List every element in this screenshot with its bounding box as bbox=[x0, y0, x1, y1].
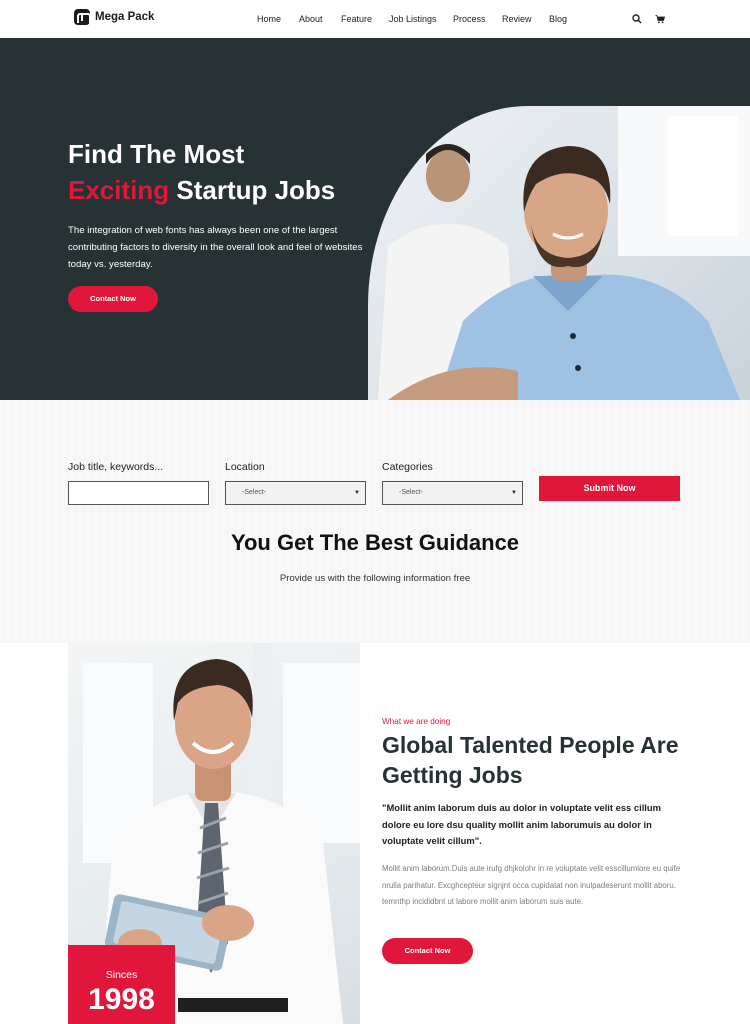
hero-contact-button[interactable]: Contact Now bbox=[68, 286, 158, 312]
chevron-down-icon: ▼ bbox=[354, 490, 360, 496]
submit-button[interactable]: Submit Now bbox=[539, 476, 680, 501]
nav-item-review[interactable]: Review bbox=[502, 14, 532, 24]
nav-item-home[interactable]: Home bbox=[257, 14, 281, 24]
guidance-title: You Get The Best Guidance bbox=[230, 530, 520, 555]
top-navbar: Mega Pack Home About Feature Job Listing… bbox=[0, 0, 750, 38]
hero-illustration bbox=[378, 106, 750, 400]
location-label: Location bbox=[225, 461, 265, 473]
nav-item-feature[interactable]: Feature bbox=[341, 14, 372, 24]
cart-icon[interactable] bbox=[655, 14, 665, 24]
since-year: 1998 bbox=[88, 983, 155, 1016]
hero-title: Find The Most Exciting Startup Jobs bbox=[68, 136, 335, 208]
job-search-section: Job title, keywords... Location -Select-… bbox=[0, 400, 750, 643]
about-eyebrow: What we are doing bbox=[382, 717, 451, 726]
nav-item-job-listings[interactable]: Job Listings bbox=[389, 14, 437, 24]
since-badge: Sinces 1998 bbox=[68, 945, 175, 1024]
hero-title-accent: Exciting bbox=[68, 175, 170, 205]
categories-select[interactable]: -Select- ▼ bbox=[382, 481, 523, 505]
keywords-input[interactable] bbox=[68, 481, 209, 505]
since-label: Sinces bbox=[105, 969, 138, 981]
nav-item-about[interactable]: About bbox=[299, 14, 323, 24]
about-paragraph: Mollit anim laborum.Duis aute irufg dhjk… bbox=[382, 864, 681, 906]
categories-selected-value: -Select- bbox=[399, 489, 424, 496]
hero-title-rest: Startup Jobs bbox=[169, 175, 336, 205]
hero-section: Find The Most Exciting Startup Jobs The … bbox=[0, 38, 750, 400]
chevron-down-icon: ▼ bbox=[511, 490, 517, 496]
hero-description: The integration of web fonts has always … bbox=[68, 225, 363, 270]
hero-title-line2: Exciting Startup Jobs bbox=[68, 172, 335, 208]
location-selected-value: -Select- bbox=[242, 489, 267, 496]
location-select[interactable]: -Select- ▼ bbox=[225, 481, 366, 505]
nav-item-process[interactable]: Process bbox=[453, 14, 486, 24]
hero-photo bbox=[368, 106, 750, 400]
guidance-subtitle: Provide us with the following informatio… bbox=[279, 573, 471, 584]
about-title: Global Talented People Are Getting Jobs bbox=[382, 732, 679, 788]
about-quote: "Mollit anim laborum duis au dolor in vo… bbox=[382, 802, 661, 846]
search-icon[interactable] bbox=[632, 14, 642, 24]
nav-item-blog[interactable]: Blog bbox=[549, 14, 567, 24]
about-contact-button[interactable]: Contact Now bbox=[382, 938, 473, 964]
hero-title-line1: Find The Most bbox=[68, 139, 245, 169]
keywords-label: Job title, keywords... bbox=[68, 461, 164, 473]
categories-label: Categories bbox=[382, 461, 433, 473]
